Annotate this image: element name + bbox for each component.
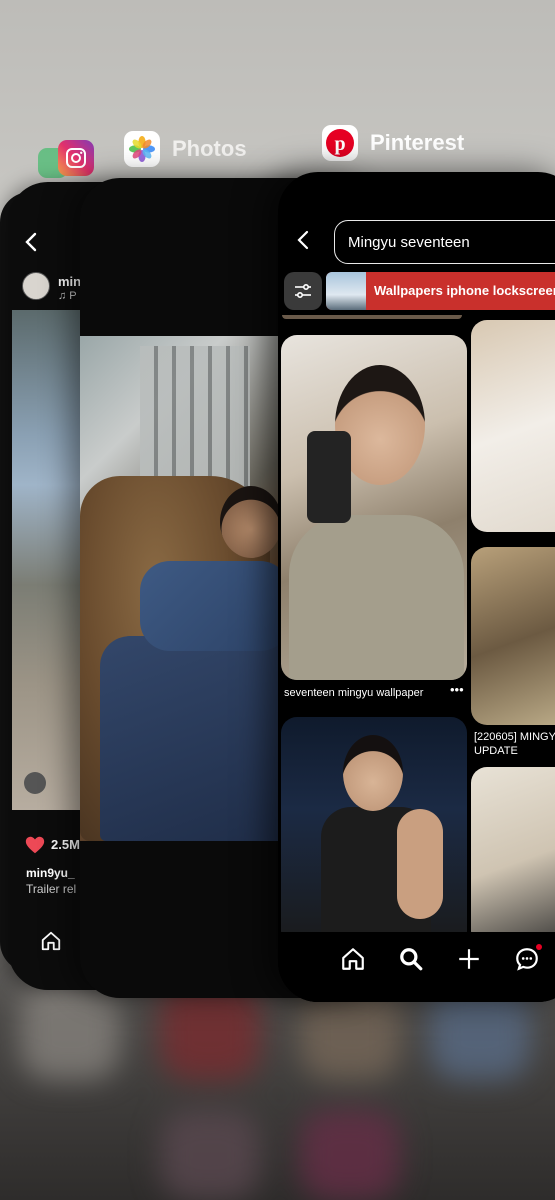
suggestion-chip[interactable]: Wallpapers iphone lockscreen [326, 272, 555, 310]
more-options-icon[interactable]: ••• [450, 682, 464, 697]
svg-text:p: p [334, 133, 345, 155]
photo-jeans [100, 636, 300, 841]
photo-shirt [140, 561, 290, 651]
app-label-pinterest[interactable]: p Pinterest [322, 125, 464, 161]
photo-person-head [220, 486, 282, 558]
chip-thumbnail [326, 272, 366, 310]
bottom-nav [278, 932, 555, 1002]
chip-label: Wallpapers iphone lockscreen [374, 283, 555, 298]
pin-subject-face [343, 735, 403, 811]
pin-image[interactable] [281, 335, 467, 680]
pinterest-icon: p [322, 125, 358, 161]
pin-subject-sweater [289, 515, 464, 680]
back-icon[interactable] [24, 232, 38, 258]
app-card-pinterest[interactable]: Mingyu seventeen Wallpapers iphone locks… [278, 172, 555, 1002]
pin-image[interactable] [471, 547, 555, 725]
filter-button[interactable] [284, 272, 322, 310]
pin-caption[interactable]: seventeen mingyu wallpaper [284, 687, 423, 699]
caption-text: Trailer rel [26, 882, 77, 896]
heart-icon[interactable] [24, 834, 46, 856]
home-icon[interactable] [40, 930, 62, 952]
like-count: 2.5M [51, 837, 80, 852]
photos-icon [124, 131, 160, 167]
home-icon[interactable] [340, 946, 366, 972]
post-music[interactable]: ♫ P [58, 290, 77, 302]
post-username[interactable]: min [58, 274, 81, 289]
sliders-icon [295, 283, 311, 299]
pin-subject-arm [397, 809, 443, 919]
pin-image-partial [282, 315, 462, 319]
photo-wall [140, 346, 250, 496]
create-icon[interactable] [456, 946, 482, 972]
search-input-value: Mingyu seventeen [348, 234, 470, 251]
blurred-app-icon [300, 1110, 400, 1200]
avatar[interactable] [22, 272, 50, 300]
messages-icon[interactable] [514, 946, 540, 972]
blurred-app-icon [160, 1110, 260, 1200]
notification-dot [536, 944, 542, 950]
search-input[interactable]: Mingyu seventeen [334, 220, 555, 264]
pin-caption[interactable]: [220605] MINGY UPDATE [474, 730, 555, 758]
search-icon[interactable] [398, 946, 424, 972]
caption-username[interactable]: min9yu_ [26, 866, 75, 880]
pin-subject-phone [307, 431, 351, 523]
app-name-photos: Photos [172, 136, 247, 161]
app-label-photos[interactable]: Photos [124, 131, 247, 167]
app-name-pinterest: Pinterest [370, 130, 465, 155]
instagram-icon [58, 140, 94, 176]
back-icon[interactable] [296, 230, 310, 256]
pin-image[interactable] [471, 767, 555, 947]
person-icon[interactable] [24, 772, 46, 794]
pin-image[interactable] [471, 320, 555, 532]
pin-image[interactable] [281, 717, 467, 947]
